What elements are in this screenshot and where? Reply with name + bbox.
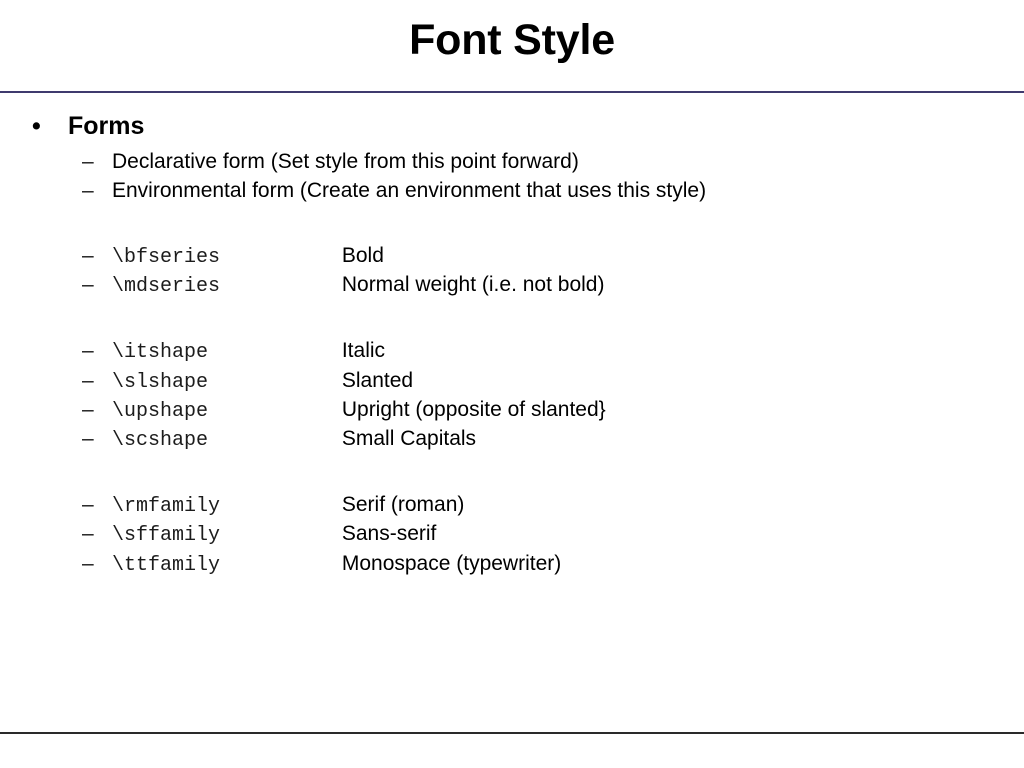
- command-description: Sans-serif: [341, 522, 437, 546]
- bullet-dot-icon: •: [32, 112, 41, 140]
- table-row: – \sffamily Sans-serif: [0, 520, 1024, 549]
- table-row: – \rmfamily Serif (roman): [0, 491, 1024, 520]
- command-description: Upright (opposite of slanted}: [341, 397, 606, 421]
- table-row: – \ttfamily Monospace (typewriter): [0, 550, 1024, 579]
- latex-command: \sffamily: [112, 524, 221, 548]
- latex-command: \ttfamily: [112, 553, 221, 577]
- page-title: Font Style: [409, 16, 615, 64]
- dash-marker-icon: –: [82, 551, 94, 575]
- list-item: – Environmental form (Create an environm…: [0, 177, 1024, 206]
- list-item: – Declarative form (Set style from this …: [0, 148, 1024, 177]
- title-divider-rule: [0, 91, 1024, 93]
- group-series: – \bfseries Bold – \mdseries Normal weig…: [0, 242, 1024, 300]
- dash-marker-icon: –: [82, 178, 94, 202]
- latex-command: \mdseries: [112, 275, 221, 299]
- table-row: – \scshape Small Capitals: [0, 425, 1024, 454]
- slide-canvas: Font Style • Forms – Declarative form (S…: [0, 0, 1024, 768]
- table-row: – \slshape Slanted: [0, 367, 1024, 396]
- command-description: Italic: [341, 339, 386, 363]
- bullet-forms: • Forms: [0, 110, 1024, 142]
- dash-marker-icon: –: [82, 244, 94, 268]
- latex-command: \upshape: [112, 399, 209, 423]
- command-description: Serif (roman): [341, 493, 465, 517]
- dash-marker-icon: –: [82, 339, 94, 363]
- table-row: – \bfseries Bold: [0, 242, 1024, 271]
- command-description: Bold: [341, 244, 384, 268]
- footer-divider-rule: [0, 732, 1024, 734]
- list-item-label: Environmental form (Create an environmen…: [112, 178, 707, 202]
- dash-marker-icon: –: [82, 493, 94, 517]
- command-description: Monospace (typewriter): [341, 551, 562, 575]
- slide-title-area: Font Style: [0, 16, 1024, 64]
- dash-marker-icon: –: [82, 522, 94, 546]
- dash-marker-icon: –: [82, 427, 94, 451]
- table-row: – \itshape Italic: [0, 337, 1024, 366]
- list-item-label: Declarative form (Set style from this po…: [112, 150, 579, 173]
- group-shape: – \itshape Italic – \slshape Slanted – \…: [0, 337, 1024, 454]
- latex-command: \scshape: [112, 429, 209, 453]
- dash-marker-icon: –: [82, 397, 94, 421]
- command-description: Small Capitals: [341, 427, 477, 451]
- group-family: – \rmfamily Serif (roman) – \sffamily Sa…: [0, 491, 1024, 579]
- group-forms: – Declarative form (Set style from this …: [0, 148, 1024, 205]
- latex-command: \rmfamily: [112, 495, 221, 519]
- dash-marker-icon: –: [82, 150, 94, 173]
- latex-command: \slshape: [112, 370, 209, 394]
- bullet-forms-label: Forms: [68, 112, 145, 140]
- latex-command: \bfseries: [112, 246, 221, 270]
- dash-marker-icon: –: [82, 368, 94, 392]
- dash-marker-icon: –: [82, 273, 94, 297]
- table-row: – \mdseries Normal weight (i.e. not bold…: [0, 271, 1024, 300]
- command-description: Slanted: [341, 368, 414, 392]
- latex-command: \itshape: [112, 341, 209, 365]
- command-description: Normal weight (i.e. not bold): [341, 273, 605, 297]
- table-row: – \upshape Upright (opposite of slanted}: [0, 396, 1024, 425]
- slide-body: • Forms – Declarative form (Set style fr…: [0, 110, 1024, 579]
